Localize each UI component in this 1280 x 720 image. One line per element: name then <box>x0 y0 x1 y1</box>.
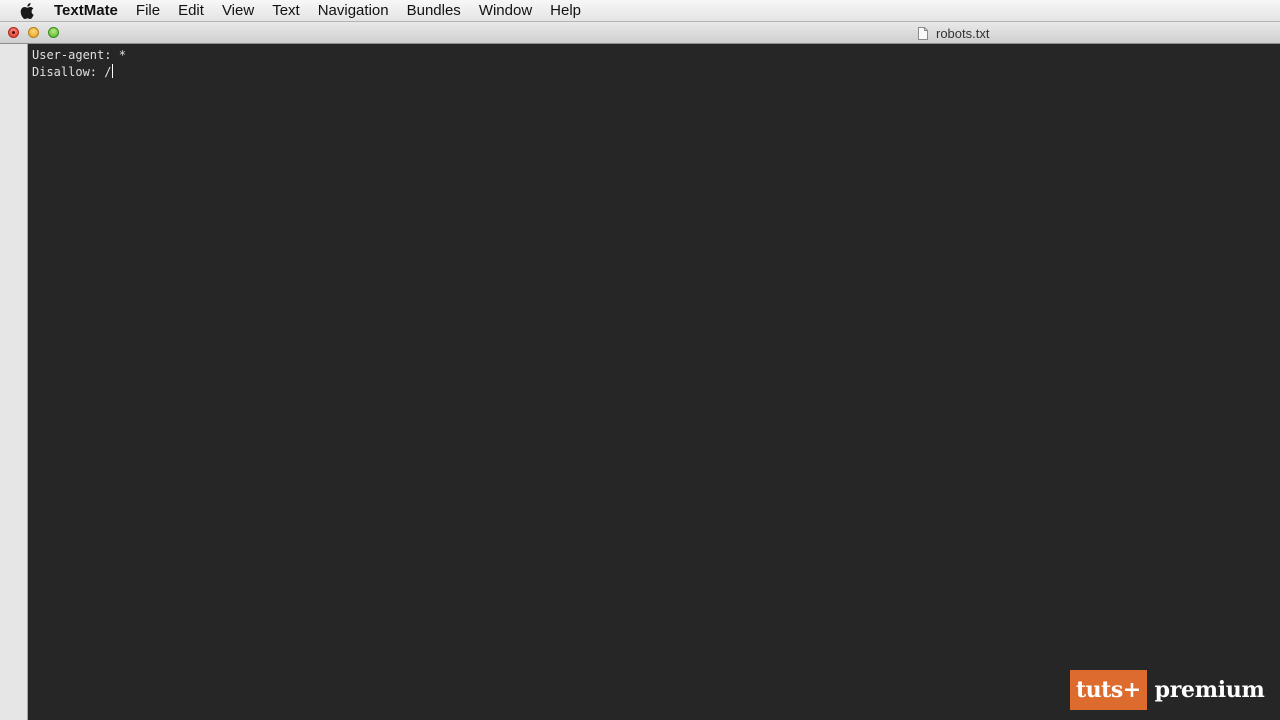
text-cursor <box>112 64 114 78</box>
apple-icon[interactable] <box>17 0 37 22</box>
menu-text[interactable]: Text <box>263 0 309 22</box>
watermark-logo-box: tuts+ <box>1070 670 1147 710</box>
code-line-text: User-agent: * <box>32 48 126 62</box>
code-line[interactable]: Disallow: / <box>32 64 114 81</box>
menu-app-name[interactable]: TextMate <box>51 0 127 22</box>
menu-bundles[interactable]: Bundles <box>398 0 470 22</box>
code-line-text: Disallow: / <box>32 65 112 79</box>
menu-file[interactable]: File <box>127 0 169 22</box>
document-icon <box>918 26 928 40</box>
watermark-logo-text: premium <box>1154 677 1265 703</box>
menu-bar: TextMate File Edit View Text Navigation … <box>0 0 1280 22</box>
code-line[interactable]: User-agent: * <box>32 47 126 64</box>
menu-view[interactable]: View <box>213 0 263 22</box>
menu-edit[interactable]: Edit <box>169 0 213 22</box>
editor-gutter[interactable] <box>0 44 28 720</box>
window-title-text: robots.txt <box>936 25 990 41</box>
zoom-window-button[interactable] <box>48 27 59 38</box>
window-title-bar[interactable]: robots.txt <box>0 22 1280 44</box>
window-title: robots.txt <box>918 22 989 44</box>
close-window-button[interactable] <box>8 27 19 38</box>
minimize-window-button[interactable] <box>28 27 39 38</box>
menu-window[interactable]: Window <box>470 0 541 22</box>
tuts-premium-watermark: tuts+ premium <box>1070 670 1265 710</box>
menu-help[interactable]: Help <box>541 0 590 22</box>
menu-navigation[interactable]: Navigation <box>309 0 398 22</box>
text-editor[interactable]: User-agent: * Disallow: / <box>28 44 1280 720</box>
